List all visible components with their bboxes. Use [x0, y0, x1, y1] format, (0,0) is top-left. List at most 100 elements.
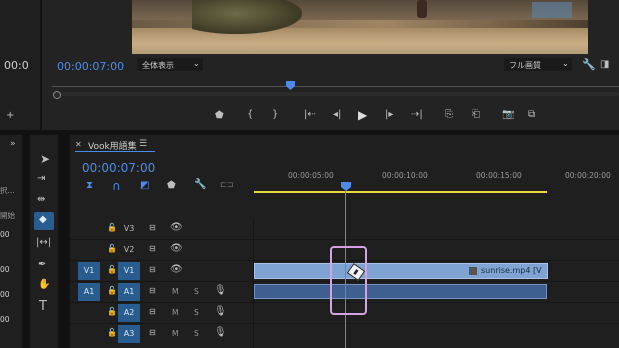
source-patch-v1[interactable]: V1 [78, 262, 100, 280]
ruler-tick: 00:00:10:00 [382, 171, 428, 180]
clip-name: sunrise.mp4 [V [481, 266, 542, 275]
step-forward-icon[interactable]: |▸ [385, 109, 393, 120]
monitor-timecode[interactable]: 00:00:07:00 [57, 60, 124, 73]
quality-select-value: フル画質 [509, 61, 541, 70]
mark-out-icon[interactable]: } [272, 109, 278, 120]
lock-icon[interactable]: 🔓 [107, 328, 117, 337]
mark-in-icon[interactable]: { [247, 109, 253, 120]
solo-button[interactable]: S [194, 308, 199, 317]
program-monitor: 00:00:07:00 全体表示 ⌄ フル画質 ⌄ 🔧 ◨ ⬟ { } |⇠ ◂… [42, 0, 619, 130]
left-label: 択... [0, 186, 15, 195]
fx-icon [469, 267, 477, 275]
pen-tool-icon[interactable]: ✒ [38, 259, 46, 270]
microphone-icon[interactable]: 🎙 [214, 327, 227, 338]
track-select-icon[interactable]: ⇥ [37, 173, 45, 184]
sync-lock-icon[interactable]: ⊟ [149, 223, 156, 232]
ripple-edit-icon[interactable]: ⇹ [37, 194, 45, 205]
mute-button[interactable]: M [172, 329, 178, 338]
monitor-settings-icon[interactable]: ◨ [600, 59, 609, 70]
captions-icon[interactable]: ⊏⊐ [220, 180, 233, 189]
timeline-timecode[interactable]: 00:00:07:00 [82, 161, 155, 175]
chevron-down-icon: ⌄ [193, 59, 200, 68]
marker-icon[interactable]: ⬟ [215, 110, 224, 121]
type-tool-icon[interactable]: T [39, 299, 47, 314]
tools-panel: ➤ ⇥ ⇹ ◆ |↔| ✒ ✋ T [30, 135, 58, 348]
solo-button[interactable]: S [194, 329, 199, 338]
work-area-bar[interactable] [254, 191, 547, 193]
zoom-select-value: 全体表示 [142, 61, 174, 70]
scrollbar-handle[interactable] [53, 91, 61, 99]
lock-icon[interactable]: 🔓 [107, 223, 117, 232]
quality-select[interactable]: フル画質 ⌄ [504, 58, 572, 71]
add-marker-icon[interactable]: ⬟ [167, 180, 176, 191]
hand-tool-icon[interactable]: ✋ [38, 279, 50, 290]
zoom-scrollbar[interactable] [52, 92, 619, 96]
microphone-icon[interactable]: 🎙 [214, 285, 227, 296]
video-clip[interactable]: sunrise.mp4 [V [254, 263, 548, 279]
playhead-marker[interactable] [286, 81, 295, 90]
track-name[interactable]: V2 [118, 241, 140, 259]
ruler-tick: 00:00:05:00 [288, 171, 334, 180]
slip-tool-icon[interactable]: |↔| [36, 237, 51, 248]
wrench-icon[interactable]: 🔧 [582, 58, 596, 71]
snap-icon[interactable]: ∩ [112, 179, 121, 193]
track-name[interactable]: A1 [118, 283, 140, 301]
tab-menu-icon[interactable]: ☰ [139, 139, 147, 149]
timeline-panel: ✕ Vook用語集 ☰ 00:00:07:00 ⧗ ∩ ◩ ⬟ 🔧 ⊏⊐ 00:… [70, 135, 619, 348]
sync-lock-icon[interactable]: ⊟ [149, 265, 156, 274]
left-label: 00 [0, 230, 10, 239]
selection-tool-icon[interactable]: ➤ [40, 152, 50, 166]
left-label: 00 [0, 265, 10, 274]
step-back-icon[interactable]: ◂| [333, 109, 341, 120]
mute-button[interactable]: M [172, 308, 178, 317]
insert-icon[interactable]: ⎘ [445, 109, 453, 120]
lock-icon[interactable]: 🔓 [107, 265, 117, 274]
go-to-out-icon[interactable]: ⇢| [411, 109, 423, 120]
lock-icon[interactable]: 🔓 [107, 307, 117, 316]
left-label: 開始 [0, 211, 15, 220]
panel-divider[interactable] [58, 135, 70, 348]
play-icon[interactable]: ▶ [358, 108, 367, 122]
solo-button[interactable]: S [194, 287, 199, 296]
track-name[interactable]: V3 [118, 220, 140, 238]
sync-lock-icon[interactable]: ⊟ [149, 307, 156, 316]
time-ruler[interactable]: 00:00:05:00 00:00:10:00 00:00:15:00 00:0… [254, 165, 619, 195]
panel-divider[interactable] [22, 135, 30, 348]
chevron-down-icon: ⌄ [562, 59, 569, 68]
microphone-icon[interactable]: 🎙 [214, 306, 227, 317]
eye-icon[interactable]: 👁 [170, 222, 183, 233]
sync-lock-icon[interactable]: ⊟ [149, 328, 156, 337]
ruler-tick: 00:00:15:00 [476, 171, 522, 180]
linked-selection-icon[interactable]: ◩ [140, 180, 149, 191]
track-name[interactable]: A2 [118, 304, 140, 322]
nest-icon[interactable]: ⧗ [86, 180, 93, 191]
eye-icon[interactable]: 👁 [170, 264, 183, 275]
add-icon[interactable]: + [6, 110, 14, 121]
razor-tool-button[interactable]: ◆ [34, 212, 54, 230]
audio-clip[interactable] [254, 284, 547, 299]
scrub-bar[interactable] [52, 86, 619, 87]
zoom-select[interactable]: 全体表示 ⌄ [137, 58, 203, 71]
button-editor-icon[interactable]: ⧉ [528, 109, 535, 120]
eye-icon[interactable]: 👁 [170, 243, 183, 254]
lock-icon[interactable]: 🔓 [107, 244, 117, 253]
go-to-in-icon[interactable]: |⇠ [304, 109, 316, 120]
mute-button[interactable]: M [172, 287, 178, 296]
settings-icon[interactable]: 🔧 [194, 179, 206, 190]
sync-lock-icon[interactable]: ⊟ [149, 244, 156, 253]
video-frame [132, 0, 588, 54]
left-panel: 00:0 + [0, 0, 40, 130]
razor-tool-icon: ◆ [39, 214, 47, 225]
export-frame-icon[interactable]: 📷 [502, 109, 514, 120]
lock-icon[interactable]: 🔓 [107, 286, 117, 295]
sync-lock-icon[interactable]: ⊟ [149, 286, 156, 295]
left-timecode: 00:0 [4, 59, 29, 72]
overwrite-icon[interactable]: ⎗ [472, 109, 480, 120]
track-name[interactable]: V1 [118, 262, 140, 280]
ruler-tick: 00:00:20:00 [565, 171, 611, 180]
close-icon[interactable]: ✕ [75, 140, 82, 149]
source-patch-a1[interactable]: A1 [78, 283, 100, 301]
highlight-annotation [330, 246, 367, 315]
track-name[interactable]: A3 [118, 325, 140, 343]
panel-menu-icon[interactable]: » [10, 139, 16, 149]
